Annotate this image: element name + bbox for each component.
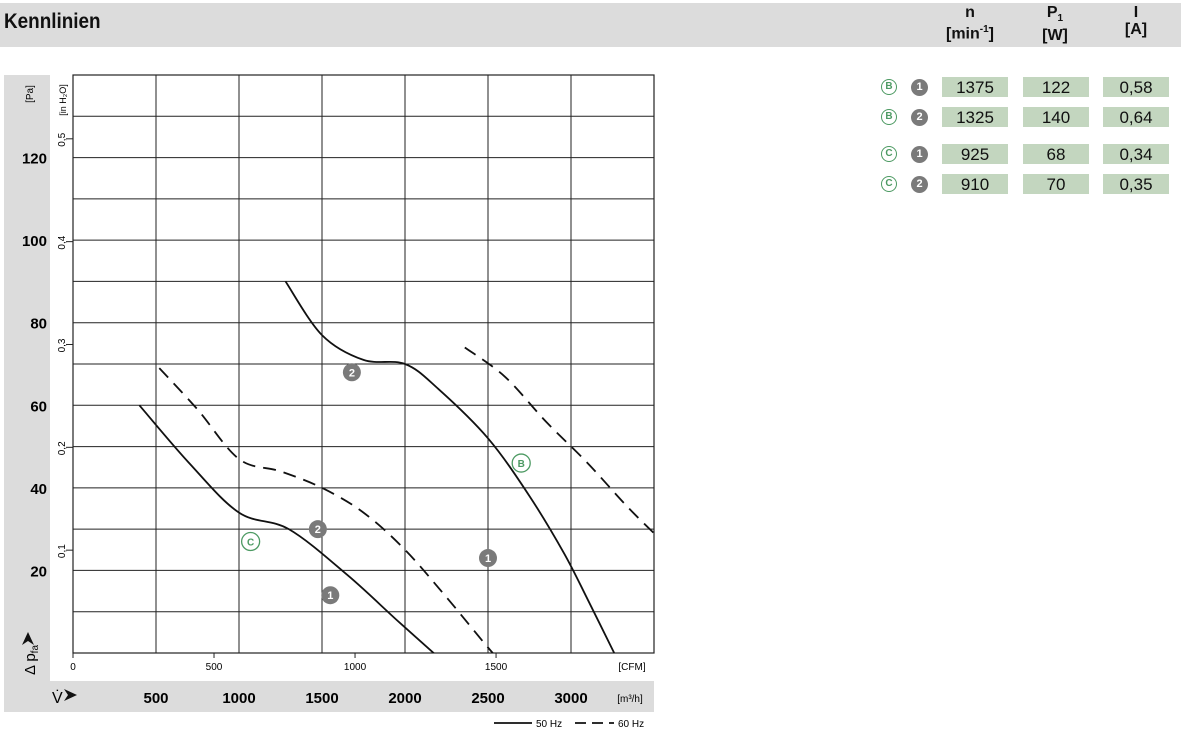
fan-characteristic-chart: 204060801001200,10,20,30,40,5[Pa] [in H₂O… (22, 74, 655, 730)
y2-tick-label: 0,3 (57, 338, 68, 352)
curve-marker-label: B (518, 459, 525, 470)
x-unit-label: [m³/h] (617, 694, 643, 705)
curve-B-dashed (464, 346, 654, 535)
x2-tick-label: 500 (206, 662, 223, 673)
x-tick-label: 3000 (554, 690, 587, 707)
curve-C-solid (138, 404, 435, 653)
legend-dashed-label: 60 Hz (618, 719, 644, 730)
x2-tick-label: 1000 (344, 662, 367, 673)
x-tick-label: 2000 (388, 690, 421, 707)
y2-tick-label: 0,5 (57, 132, 68, 146)
x-tick-label: 1000 (222, 690, 255, 707)
point-marker-label: 1 (485, 553, 491, 565)
curve-marker-label: C (247, 538, 254, 549)
y-axis-arrow (22, 632, 34, 645)
y-tick-label: 20 (30, 563, 47, 580)
y-tick-label: 60 (30, 398, 47, 415)
y2-tick-label: 0,1 (57, 544, 68, 558)
y-unit-label: [Pa] (25, 85, 36, 103)
x-axis-arrow (64, 689, 77, 701)
x2-tick-label: 1500 (485, 662, 508, 673)
y2-tick-label: 0,2 (57, 441, 68, 455)
x-tick-label: 1500 (305, 690, 338, 707)
point-marker-label: 1 (327, 590, 333, 602)
x2-unit-label: [CFM] (618, 662, 645, 673)
curve-C-dashed (158, 367, 494, 653)
y-tick-label: 80 (30, 316, 47, 333)
y-tick-label: 100 (22, 233, 47, 250)
y-tick-label: 40 (30, 481, 47, 498)
x-axis-symbol: V̇ (52, 689, 63, 707)
point-marker-label: 2 (315, 524, 321, 536)
y2-tick-label: 0,4 (57, 235, 68, 249)
x2-tick-label: 0 (70, 662, 76, 673)
x-tick-label: 2500 (471, 690, 504, 707)
x-tick-label: 500 (143, 690, 168, 707)
legend-solid-label: 50 Hz (536, 719, 562, 730)
point-marker-label: 2 (349, 367, 355, 379)
y2-unit-label: [in H₂O] (58, 84, 68, 116)
y-tick-label: 120 (22, 151, 47, 168)
y-axis-symbol: Δ pfa (22, 645, 41, 675)
